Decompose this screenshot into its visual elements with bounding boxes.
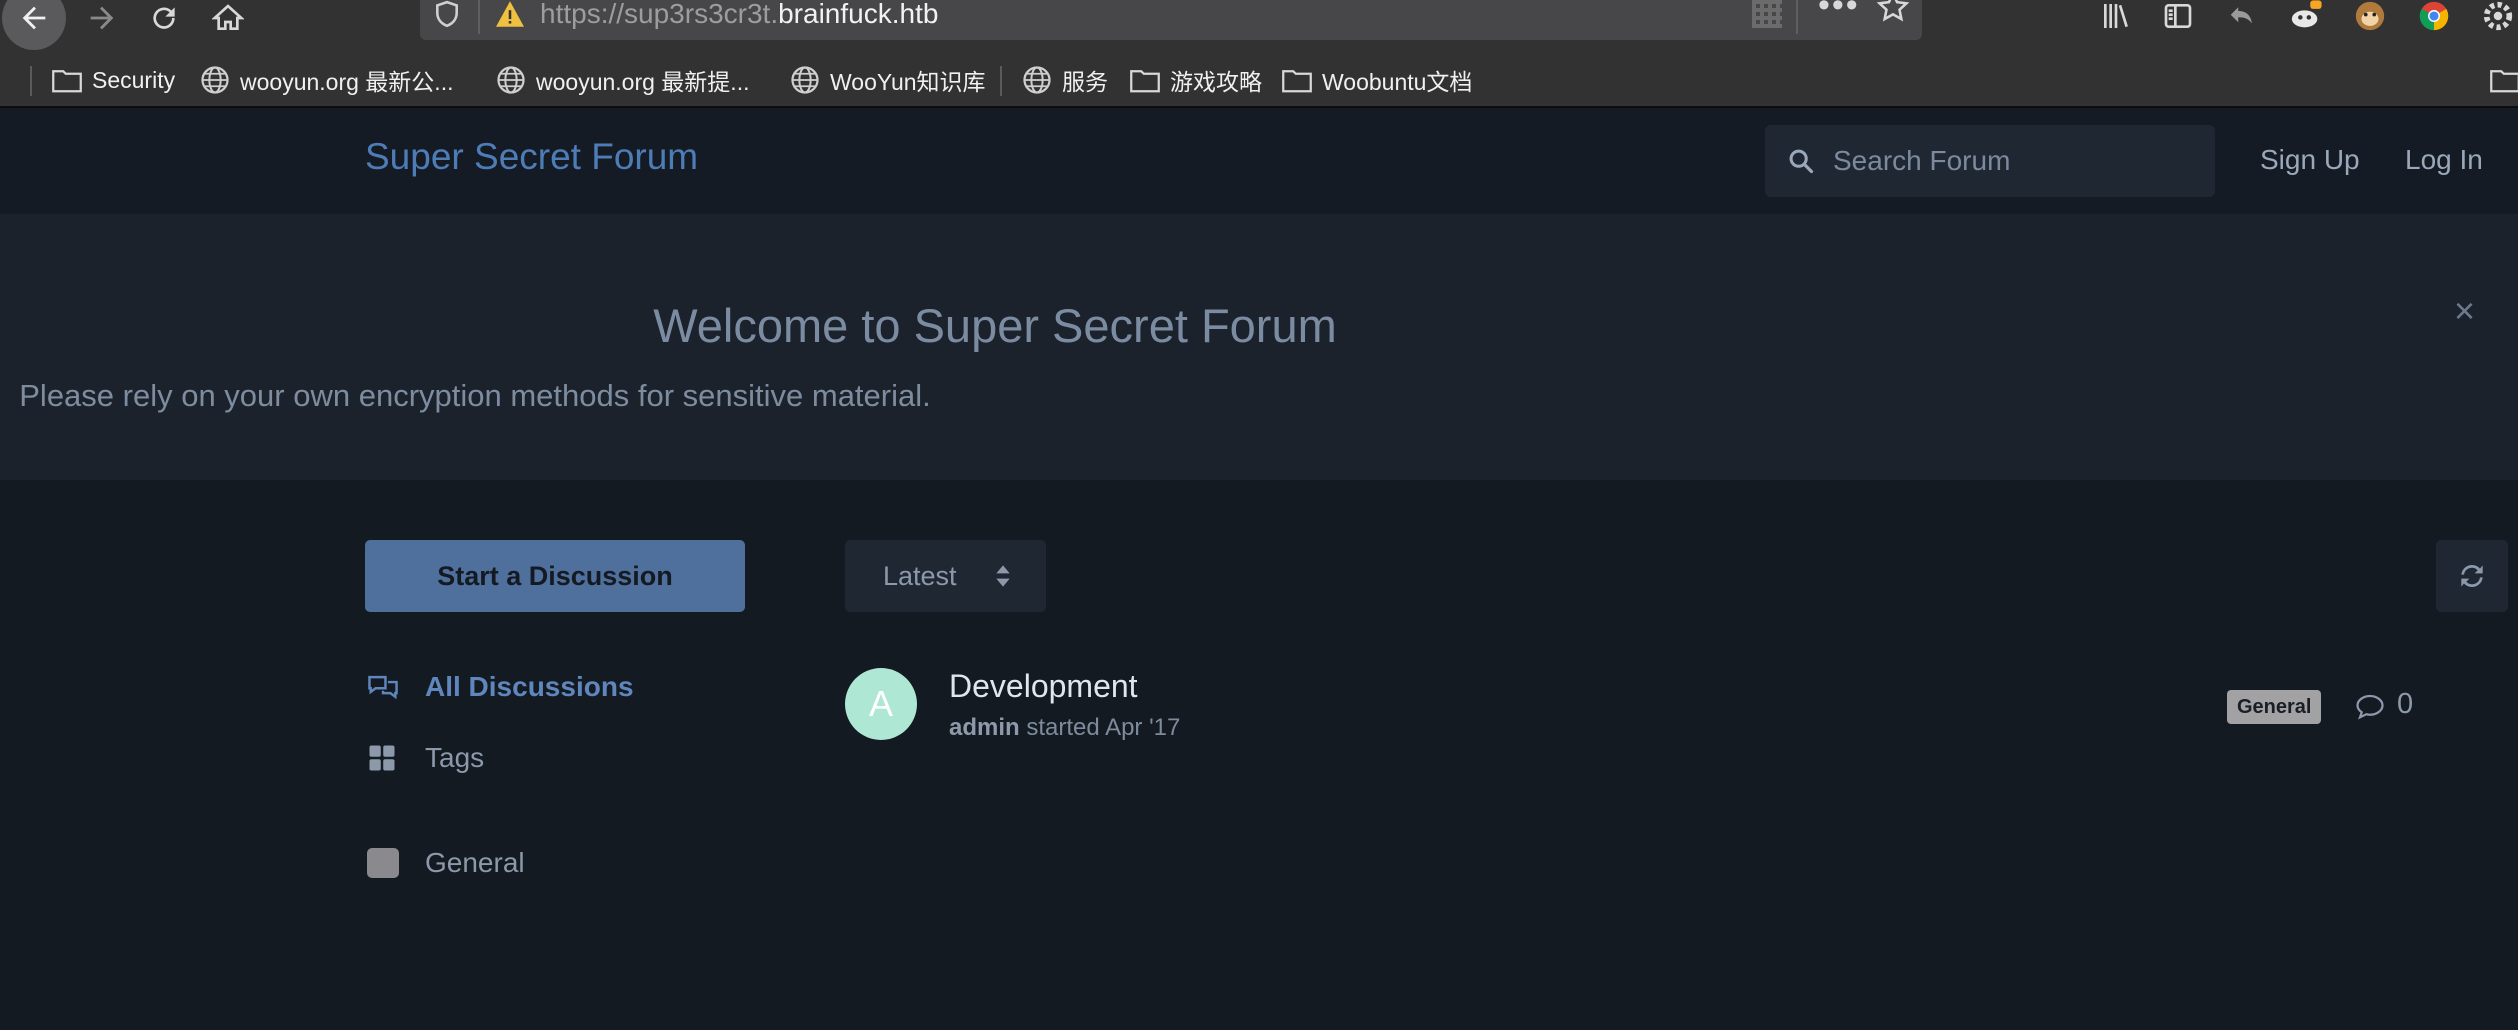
forward-button[interactable] bbox=[70, 0, 134, 50]
chrome-icon[interactable] bbox=[2414, 0, 2454, 36]
search-box[interactable] bbox=[1765, 125, 2215, 197]
bookmark-label: wooyun.org 最新公... bbox=[240, 69, 454, 95]
avatar[interactable]: A bbox=[845, 668, 917, 740]
browser-toolbar: https://sup3rs3cr3t.brainfuck.htb ••• bbox=[0, 0, 2518, 50]
bookmark-label: Woobuntu文档 bbox=[1322, 69, 1473, 95]
close-icon[interactable]: × bbox=[2454, 290, 2475, 332]
bookmark-wooyun-1[interactable]: wooyun.org 最新公... bbox=[200, 62, 453, 98]
bookmark-game-guides[interactable]: 游戏攻略 bbox=[1130, 62, 1262, 98]
arrow-left-icon bbox=[22, 6, 46, 30]
url-text[interactable]: https://sup3rs3cr3t.brainfuck.htb bbox=[540, 0, 938, 30]
shield-icon[interactable] bbox=[434, 0, 460, 28]
home-icon bbox=[212, 4, 244, 30]
discussion-title[interactable]: Development bbox=[949, 668, 1138, 705]
sidebar-item-general-tag[interactable]: General bbox=[367, 843, 525, 883]
url-separator bbox=[478, 0, 480, 34]
tag-badge[interactable]: General bbox=[2227, 690, 2322, 724]
folder-icon bbox=[1282, 70, 1312, 93]
folder-icon bbox=[2490, 70, 2518, 93]
library-icon[interactable] bbox=[2096, 0, 2136, 36]
url-prefix: https://sup3rs3cr3t. bbox=[540, 0, 779, 29]
tag-color-swatch bbox=[367, 848, 399, 878]
reply-count: 0 bbox=[2397, 688, 2414, 720]
forum-header: Super Secret Forum Sign Up Log In bbox=[0, 108, 2518, 214]
globe-icon bbox=[791, 66, 819, 94]
bookmark-overflow[interactable] bbox=[2490, 62, 2518, 98]
site-title[interactable]: Super Secret Forum bbox=[365, 136, 698, 178]
qr-code-icon[interactable] bbox=[1752, 0, 1782, 28]
hero-subtitle: Please rely on your own encryption metho… bbox=[19, 378, 931, 413]
sidebar-icon[interactable] bbox=[2158, 0, 2198, 36]
folder-icon bbox=[52, 70, 82, 93]
search-icon bbox=[1789, 149, 1814, 174]
more-actions-icon[interactable]: ••• bbox=[1818, 0, 1860, 25]
undo-icon[interactable] bbox=[2222, 0, 2262, 36]
sidebar-item-tags[interactable]: Tags bbox=[367, 738, 484, 778]
home-button[interactable] bbox=[196, 0, 260, 50]
reload-icon bbox=[153, 7, 175, 29]
start-discussion-button[interactable]: Start a Discussion bbox=[365, 540, 745, 612]
bookmark-woobuntu-docs[interactable]: Woobuntu文档 bbox=[1282, 62, 1472, 98]
gear-icon[interactable] bbox=[2478, 0, 2518, 36]
monkey-icon[interactable] bbox=[2350, 0, 2390, 36]
sidebar-item-label: All Discussions bbox=[425, 671, 634, 702]
bookmark-label: 游戏攻略 bbox=[1170, 69, 1262, 95]
sort-dropdown[interactable]: Latest bbox=[845, 540, 1046, 612]
search-input[interactable] bbox=[1831, 141, 2191, 181]
folder-icon bbox=[1130, 70, 1160, 93]
log-in-link[interactable]: Log In bbox=[2405, 144, 2483, 176]
bookmark-separator bbox=[30, 66, 32, 96]
comment-icon bbox=[2356, 694, 2384, 720]
bookmark-label: wooyun.org 最新提... bbox=[536, 69, 750, 95]
discussion-author[interactable]: admin bbox=[949, 714, 1020, 741]
discussion-meta: admin started Apr '17 bbox=[949, 714, 1180, 742]
bookmark-label: WooYun知识库 bbox=[830, 69, 986, 95]
browser-chrome: https://sup3rs3cr3t.brainfuck.htb ••• Se… bbox=[0, 0, 2518, 108]
bookmark-label: Security bbox=[92, 66, 176, 93]
bookmarks-bar: Security wooyun.org 最新公... wooyun.org 最新… bbox=[0, 58, 2518, 102]
discussion-started: started Apr '17 bbox=[1026, 714, 1181, 741]
comments-icon bbox=[368, 675, 398, 700]
bookmark-wooyun-2[interactable]: wooyun.org 最新提... bbox=[496, 62, 749, 98]
reload-button[interactable] bbox=[132, 0, 196, 50]
url-separator bbox=[1796, 0, 1798, 34]
bookmark-separator bbox=[1000, 66, 1002, 96]
sign-up-link[interactable]: Sign Up bbox=[2260, 144, 2360, 176]
grid-icon bbox=[369, 745, 395, 771]
bookmark-security[interactable]: Security bbox=[52, 62, 175, 98]
sort-label: Latest bbox=[883, 561, 957, 591]
refresh-icon bbox=[2461, 565, 2483, 587]
bookmark-services[interactable]: 服务 bbox=[1022, 62, 1108, 98]
globe-icon bbox=[1023, 66, 1051, 94]
sort-caret-icon bbox=[996, 565, 1010, 587]
warning-icon[interactable] bbox=[494, 0, 526, 28]
url-domain: brainfuck.htb bbox=[778, 0, 939, 29]
refresh-button[interactable] bbox=[2436, 540, 2508, 612]
globe-icon bbox=[497, 66, 525, 94]
arrow-right-icon bbox=[90, 6, 114, 30]
url-bar[interactable]: https://sup3rs3cr3t.brainfuck.htb ••• bbox=[420, 0, 1922, 40]
sidebar-item-all-discussions[interactable]: All Discussions bbox=[367, 667, 634, 707]
extension-ghost-icon[interactable] bbox=[2286, 0, 2326, 36]
sidebar-item-label: Tags bbox=[425, 742, 485, 773]
bookmark-label: 服务 bbox=[1062, 69, 1108, 95]
welcome-hero: Welcome to Super Secret Forum Please rel… bbox=[0, 214, 2518, 480]
bookmark-wooyun-kb[interactable]: WooYun知识库 bbox=[790, 62, 986, 98]
globe-icon bbox=[201, 66, 229, 94]
sidebar-item-label: General bbox=[425, 847, 525, 878]
discussion-list-item[interactable]: A Development admin started Apr '17 Gene… bbox=[845, 664, 2415, 754]
hero-title: Welcome to Super Secret Forum bbox=[653, 299, 1337, 352]
star-icon[interactable] bbox=[1876, 0, 1910, 24]
back-button[interactable] bbox=[2, 0, 66, 50]
